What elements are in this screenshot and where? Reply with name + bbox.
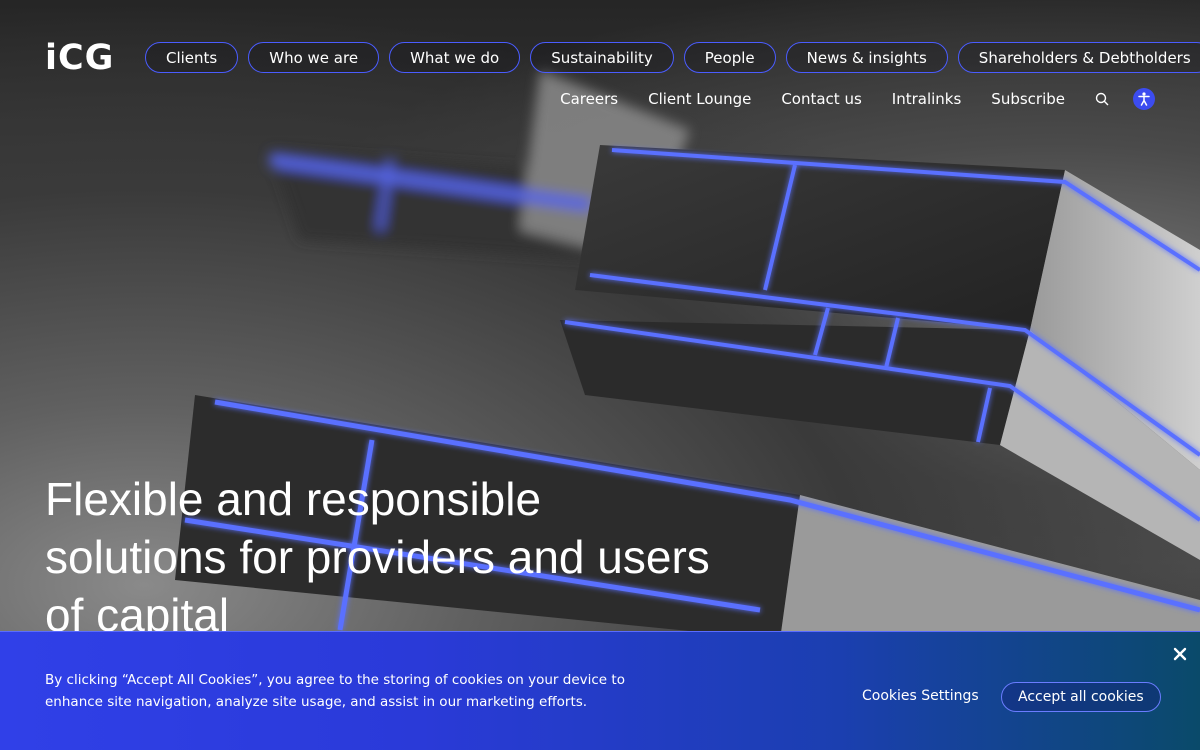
headline-line-2: solutions for providers and users (45, 531, 710, 583)
accessibility-icon[interactable] (1133, 88, 1155, 110)
hero-headline: Flexible and responsible solutions for p… (45, 470, 805, 644)
nav-who-we-are[interactable]: Who we are (248, 42, 380, 73)
cookie-consent-text: By clicking “Accept All Cookies”, you ag… (45, 672, 625, 710)
cookies-settings-button[interactable]: Cookies Settings (862, 688, 979, 704)
close-icon[interactable] (1172, 646, 1188, 662)
nav-careers[interactable]: Careers (560, 90, 618, 108)
nav-contact-us[interactable]: Contact us (781, 90, 861, 108)
nav-intralinks[interactable]: Intralinks (892, 90, 962, 108)
nav-sustainability[interactable]: Sustainability (530, 42, 674, 73)
headline-line-1: Flexible and responsible (45, 473, 542, 525)
secondary-nav: Careers Client Lounge Contact us Intrali… (560, 88, 1155, 110)
accept-all-cookies-button[interactable]: Accept all cookies (1001, 682, 1161, 712)
nav-shareholders-debtholders[interactable]: Shareholders & Debtholders (957, 42, 1200, 73)
icg-logo[interactable]: iCG (45, 38, 114, 78)
nav-subscribe[interactable]: Subscribe (991, 90, 1065, 108)
cookie-banner: By clicking “Accept All Cookies”, you ag… (0, 631, 1200, 750)
nav-people[interactable]: People (683, 42, 776, 73)
nav-what-we-do[interactable]: What we do (389, 42, 521, 73)
nav-news-insights[interactable]: News & insights (785, 42, 948, 73)
nav-client-lounge[interactable]: Client Lounge (648, 90, 751, 108)
primary-nav: Clients Who we are What we do Sustainabi… (145, 42, 1200, 73)
nav-clients[interactable]: Clients (145, 42, 239, 73)
search-icon[interactable] (1095, 92, 1109, 106)
